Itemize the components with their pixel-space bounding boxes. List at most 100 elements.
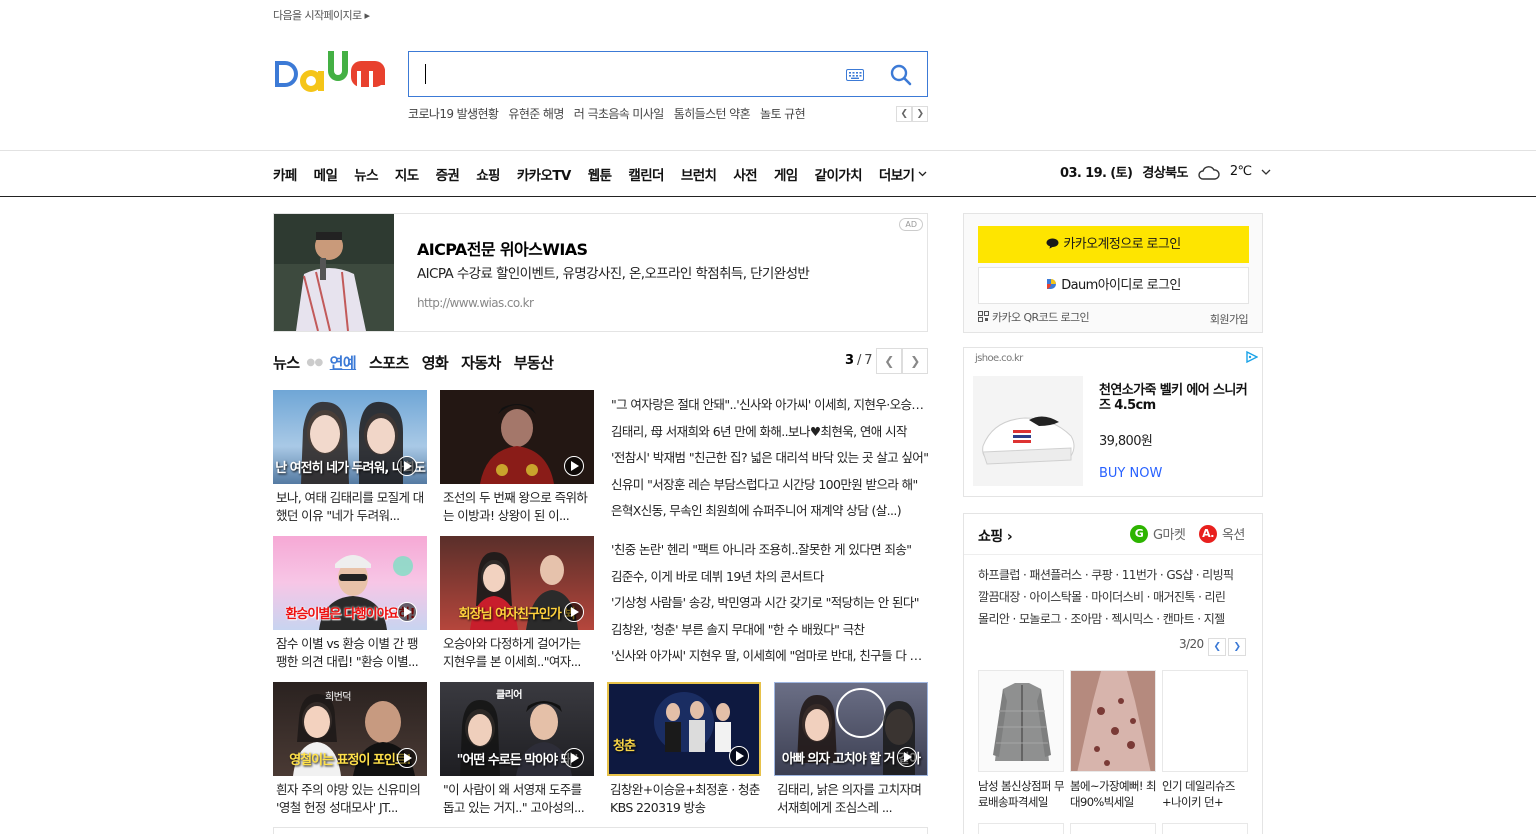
- nav-dictionary[interactable]: 사전: [733, 164, 757, 184]
- shopping-item[interactable]: 남성 봄신상점퍼 무료배송파격세일: [978, 670, 1064, 810]
- product-image[interactable]: [973, 376, 1083, 486]
- adchoices-icon[interactable]: [1246, 351, 1258, 363]
- tab-movie[interactable]: 영화: [422, 352, 449, 373]
- nav-more[interactable]: 더보기: [879, 164, 927, 184]
- nav-together[interactable]: 같이가치: [815, 164, 863, 184]
- daum-logo[interactable]: [273, 49, 389, 99]
- daum-login-button[interactable]: Daum아이디로 로그인: [978, 267, 1249, 304]
- trend-item[interactable]: 놀토 규현: [760, 105, 806, 122]
- chevron-right-icon[interactable]: ❯: [902, 348, 928, 374]
- trend-item[interactable]: 러 극초음속 미사일: [574, 105, 665, 122]
- qr-code-icon: [978, 311, 989, 322]
- trend-item[interactable]: 유현준 해명: [508, 105, 564, 122]
- tab-entertainment[interactable]: 연예: [330, 352, 357, 373]
- news-headline[interactable]: 김태리, 母 서재희와 6년 만에 화해..보나♥최현욱, 연애 시작: [611, 421, 929, 448]
- mall-link-row[interactable]: 깔끔대장 · 아이스탁몰 · 마이더스비 · 매거진톡 · 리린: [978, 590, 1226, 604]
- separator-dots: ●●: [306, 357, 323, 368]
- auction-link[interactable]: A. 옥션: [1199, 524, 1245, 543]
- chevron-left-icon[interactable]: ❮: [896, 106, 912, 122]
- chevron-left-icon[interactable]: ❮: [876, 348, 902, 374]
- buy-now-link[interactable]: BUY NOW: [1099, 466, 1162, 481]
- pager-total: / 7: [857, 353, 873, 368]
- qr-login-link[interactable]: 카카오 QR코드 로그인: [978, 309, 1090, 325]
- ad-title[interactable]: AICPA전문 위아스WIAS: [417, 236, 588, 260]
- chevron-right-icon[interactable]: ❯: [1228, 638, 1246, 656]
- chevron-left-icon[interactable]: ❮: [1208, 638, 1226, 656]
- ad-url[interactable]: http://www.wias.co.kr: [417, 296, 534, 310]
- chevron-right-icon[interactable]: ❯: [912, 106, 928, 122]
- search-icon[interactable]: [889, 63, 913, 87]
- ad-banner[interactable]: AICPA전문 위아스WIAS AICPA 수강료 할인이벤트, 유명강사진, …: [273, 213, 928, 332]
- shopping-title-link[interactable]: 쇼핑 ›: [978, 526, 1013, 546]
- news-card[interactable]: 환승이별은 다행이야요하! 잠수 이별 vs 환승 이별 간 팽팽한 의견 대립…: [273, 536, 427, 671]
- nav-more-label: 더보기: [878, 168, 915, 184]
- kakao-login-button[interactable]: 카카오계정으로 로그인: [978, 226, 1249, 263]
- nav-game[interactable]: 게임: [774, 164, 798, 184]
- nav-stock[interactable]: 증권: [436, 164, 460, 184]
- trend-item[interactable]: 톰히들스턴 약혼: [674, 105, 751, 122]
- ad-description: AICPA 수강료 할인이벤트, 유명강사진, 온,오프라인 학점취득, 단기완…: [417, 266, 810, 282]
- news-thumbnail: 회장님 여자친구인가 봐: [440, 536, 594, 630]
- shopping-item[interactable]: 인기 데일리슈즈+나이키 던+: [1162, 670, 1248, 810]
- divider: [0, 150, 1536, 151]
- keyboard-icon[interactable]: [846, 69, 864, 81]
- search-input[interactable]: [425, 64, 426, 84]
- product-price: 39,800원: [1099, 434, 1153, 449]
- thumbnail-tag: 클리어: [496, 690, 522, 701]
- divider: [0, 196, 1536, 197]
- news-headline-list: '친중 논란' 헨리 "팩트 아니라 조용히..잘못한 게 있다면 죄송" 김준…: [611, 539, 929, 672]
- shopping-mall-links: 하프클럽 · 패션플러스 · 쿠팡 · 11번가 · GS샵 · 리빙픽 깔끔대…: [978, 564, 1253, 630]
- news-card[interactable]: 클리어 "어떤 수로든 막아야 돼" "이 사람이 왜 서영재 도주를 돕고 있…: [440, 682, 594, 817]
- region-label: 경상북도: [1142, 166, 1188, 181]
- news-card[interactable]: 조선의 두 번째 왕으로 즉위하는 이방과! 상왕이 된 이...: [440, 390, 594, 525]
- news-headline[interactable]: '친중 논란' 헨리 "팩트 아니라 조용히..잘못한 게 있다면 죄송": [611, 539, 929, 566]
- mall-link-row[interactable]: 하프클럽 · 패션플러스 · 쿠팡 · 11번가 · GS샵 · 리빙픽: [978, 568, 1234, 582]
- news-headline[interactable]: 신유미 "서장훈 레슨 부담스럽다고 시간당 100만원 받으라 해": [611, 474, 929, 501]
- nav-brunch[interactable]: 브런치: [681, 164, 717, 184]
- news-card[interactable]: 난 여전히 네가 두려워, 나희도 보나, 여태 김태리를 모질게 대했던 이유…: [273, 390, 427, 525]
- shopping-item-image: [1162, 670, 1248, 772]
- search-box[interactable]: [408, 51, 928, 97]
- nav-cafe[interactable]: 카페: [273, 164, 297, 184]
- news-headline[interactable]: 김준수, 이게 바로 데뷔 19년 차의 콘서트다: [611, 566, 929, 593]
- tab-news[interactable]: 뉴스: [273, 352, 300, 373]
- news-headline[interactable]: 은혁X신동, 무속인 최원희에 슈퍼주니어 재계약 상담 (살...): [611, 500, 929, 527]
- news-headline[interactable]: '신사와 아가씨' 지현우 딸, 이세희에 "엄마로 반대, 친구들 다 있어": [611, 645, 929, 672]
- product-name[interactable]: 천연소가죽 벨키 에어 스니커즈 4.5cm: [1099, 383, 1257, 413]
- play-icon: [564, 456, 584, 476]
- mall-link-row[interactable]: 몰리안 · 모놀로그 · 조아맘 · 젝시믹스 · 캔마트 · 지젤: [978, 612, 1225, 626]
- nav-map[interactable]: 지도: [395, 164, 419, 184]
- nav-webtoon[interactable]: 웹툰: [588, 164, 612, 184]
- news-card[interactable]: 아빠 의자 고치야 할 거 같아 김태리, 낡은 의자를 고치자며 서재희에게 …: [774, 682, 928, 817]
- news-card[interactable]: 청춘 김창완+이승윤+최정훈 · 청춘 KBS 220319 방송: [607, 682, 761, 817]
- nav-calendar[interactable]: 캘린더: [628, 164, 664, 184]
- divider: [273, 827, 928, 834]
- set-homepage-link[interactable]: 다음을 시작페이지로 ▸: [273, 7, 370, 23]
- date-label: 03. 19. (토): [1060, 166, 1133, 181]
- play-icon: [397, 748, 417, 768]
- product-ad[interactable]: jshoe.co.kr 천연소가죽 벨키 에어 스니커즈 4.5cm 39,80…: [963, 347, 1263, 497]
- weather-widget[interactable]: 03. 19. (토) 경상북도 2℃: [1060, 162, 1271, 181]
- news-headline[interactable]: '기상청 사람들' 송강, 박민영과 시간 갖기로 "적당히는 안 된다": [611, 592, 929, 619]
- news-headline[interactable]: '전참시' 박재범 "친근한 집? 넓은 대리석 바닥 있는 곳 살고 싶어": [611, 447, 929, 474]
- auction-label: 옥션: [1222, 528, 1245, 543]
- news-headline[interactable]: "그 여자랑은 절대 안돼"..'신사와 아가씨' 이세희, 지현우·오승아 관…: [611, 394, 929, 421]
- nav-mail[interactable]: 메일: [314, 164, 338, 184]
- nav-kakaotv[interactable]: 카카오TV: [517, 164, 572, 184]
- news-thumbnail: 난 여전히 네가 두려워, 나희도: [273, 390, 427, 484]
- news-thumbnail: 아빠 의자 고치야 할 거 같아: [774, 682, 928, 776]
- nav-shopping[interactable]: 쇼핑: [476, 164, 500, 184]
- tab-realestate[interactable]: 부동산: [514, 352, 554, 373]
- signup-link[interactable]: 회원가입: [1210, 311, 1249, 327]
- news-card[interactable]: 희번덕 영철이는 표정이 포인트! 흰자 주의 야망 있는 신유미의 '영철 헌…: [273, 682, 427, 817]
- nav-news[interactable]: 뉴스: [354, 164, 378, 184]
- gmarket-link[interactable]: G G마켓: [1130, 524, 1186, 543]
- gmarket-icon: G: [1130, 524, 1148, 543]
- tab-sports[interactable]: 스포츠: [369, 352, 409, 373]
- tab-car[interactable]: 자동차: [461, 352, 501, 373]
- news-card[interactable]: 회장님 여자친구인가 봐 오승아와 다정하게 걸어가는 지현우를 본 이세희..…: [440, 536, 594, 671]
- daum-d-icon: [1047, 279, 1057, 289]
- news-headline[interactable]: 김창완, '청춘' 부른 솔지 무대에 "한 수 배웠다" 극찬: [611, 619, 929, 646]
- trend-item[interactable]: 코로나19 발생현황: [408, 105, 499, 122]
- shopping-item[interactable]: 봄에~가장예뻐! 최대90%빅세일: [1070, 670, 1156, 810]
